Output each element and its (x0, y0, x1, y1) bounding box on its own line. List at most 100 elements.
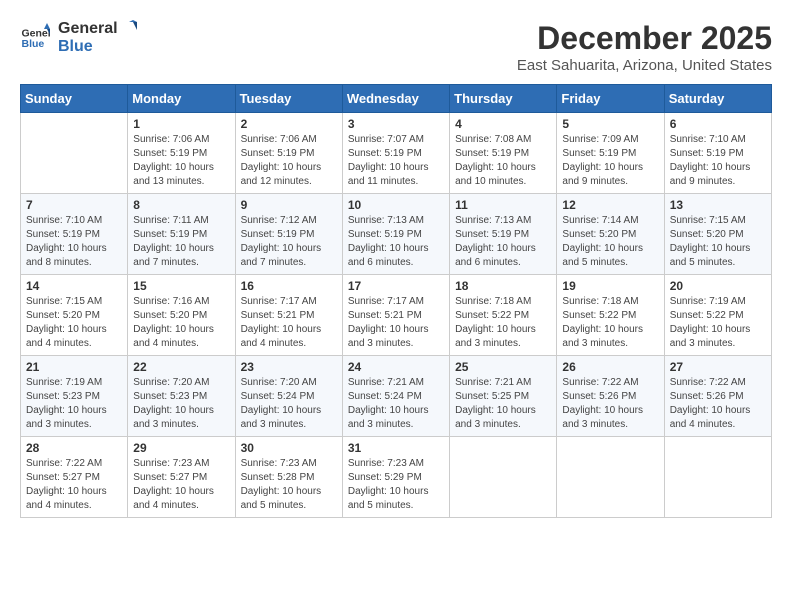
day-info: Sunrise: 7:10 AMSunset: 5:19 PMDaylight:… (26, 214, 122, 270)
day-number: 16 (241, 279, 337, 293)
weekday-header-wednesday: Wednesday (342, 85, 449, 113)
day-cell: 16 Sunrise: 7:17 AMSunset: 5:21 PMDayligh… (235, 275, 342, 356)
day-number: 10 (348, 198, 444, 212)
day-cell (557, 437, 664, 518)
title-section: December 2025 East Sahuarita, Arizona, U… (517, 20, 772, 74)
day-number: 21 (26, 360, 122, 374)
weekday-header-sunday: Sunday (21, 85, 128, 113)
day-cell: 9 Sunrise: 7:12 AMSunset: 5:19 PMDaylight… (235, 194, 342, 275)
day-info: Sunrise: 7:14 AMSunset: 5:20 PMDaylight:… (562, 214, 658, 270)
day-number: 31 (348, 441, 444, 455)
day-info: Sunrise: 7:06 AMSunset: 5:19 PMDaylight:… (133, 133, 229, 189)
logo-icon: General Blue (20, 23, 50, 53)
weekday-header-saturday: Saturday (664, 85, 771, 113)
day-cell: 13 Sunrise: 7:15 AMSunset: 5:20 PMDayligh… (664, 194, 771, 275)
week-row-1: 1 Sunrise: 7:06 AMSunset: 5:19 PMDaylight… (21, 113, 772, 194)
day-cell: 20Sunrise: 7:19 AMSunset: 5:22 PMDayligh… (664, 275, 771, 356)
day-number: 28 (26, 441, 122, 455)
day-info: Sunrise: 7:21 AMSunset: 5:24 PMDaylight:… (348, 376, 444, 432)
day-info: Sunrise: 7:12 AMSunset: 5:19 PMDaylight:… (241, 214, 337, 270)
day-cell: 15 Sunrise: 7:16 AMSunset: 5:20 PMDayligh… (128, 275, 235, 356)
day-cell: 19 Sunrise: 7:18 AMSunset: 5:22 PMDayligh… (557, 275, 664, 356)
month-title: December 2025 (517, 20, 772, 57)
day-cell: 31 Sunrise: 7:23 AMSunset: 5:29 PMDayligh… (342, 437, 449, 518)
day-info: Sunrise: 7:10 AMSunset: 5:19 PMDaylight:… (670, 133, 766, 189)
day-cell: 11Sunrise: 7:13 AMSunset: 5:19 PMDayligh… (450, 194, 557, 275)
day-cell: 22Sunrise: 7:20 AMSunset: 5:23 PMDayligh… (128, 356, 235, 437)
week-row-2: 7 Sunrise: 7:10 AMSunset: 5:19 PMDaylight… (21, 194, 772, 275)
day-info: Sunrise: 7:07 AMSunset: 5:19 PMDaylight:… (348, 133, 444, 189)
day-cell (664, 437, 771, 518)
day-number: 24 (348, 360, 444, 374)
day-number: 23 (241, 360, 337, 374)
day-info: Sunrise: 7:09 AMSunset: 5:19 PMDaylight:… (562, 133, 658, 189)
day-number: 7 (26, 198, 122, 212)
day-info: Sunrise: 7:22 AMSunset: 5:27 PMDaylight:… (26, 457, 122, 513)
weekday-header-thursday: Thursday (450, 85, 557, 113)
day-cell: 3 Sunrise: 7:07 AMSunset: 5:19 PMDaylight… (342, 113, 449, 194)
day-number: 12 (562, 198, 658, 212)
day-cell: 10 Sunrise: 7:13 AMSunset: 5:19 PMDayligh… (342, 194, 449, 275)
weekday-header-tuesday: Tuesday (235, 85, 342, 113)
svg-text:Blue: Blue (22, 38, 45, 50)
day-info: Sunrise: 7:17 AMSunset: 5:21 PMDaylight:… (348, 295, 444, 351)
day-cell: 17 Sunrise: 7:17 AMSunset: 5:21 PMDayligh… (342, 275, 449, 356)
day-number: 18 (455, 279, 551, 293)
day-info: Sunrise: 7:17 AMSunset: 5:21 PMDaylight:… (241, 295, 337, 351)
day-number: 5 (562, 117, 658, 131)
day-cell: 5 Sunrise: 7:09 AMSunset: 5:19 PMDaylight… (557, 113, 664, 194)
day-info: Sunrise: 7:16 AMSunset: 5:20 PMDaylight:… (133, 295, 229, 351)
day-info: Sunrise: 7:23 AMSunset: 5:27 PMDaylight:… (133, 457, 229, 513)
page-header: General Blue General Blue December 2025 … (20, 20, 772, 74)
day-info: Sunrise: 7:18 AMSunset: 5:22 PMDaylight:… (455, 295, 551, 351)
day-info: Sunrise: 7:06 AMSunset: 5:19 PMDaylight:… (241, 133, 337, 189)
day-info: Sunrise: 7:15 AMSunset: 5:20 PMDaylight:… (670, 214, 766, 270)
day-number: 20 (670, 279, 766, 293)
day-number: 9 (241, 198, 337, 212)
day-number: 25 (455, 360, 551, 374)
week-row-4: 21 Sunrise: 7:19 AMSunset: 5:23 PMDayligh… (21, 356, 772, 437)
logo: General Blue General Blue (20, 20, 138, 56)
day-info: Sunrise: 7:20 AMSunset: 5:24 PMDaylight:… (241, 376, 337, 432)
day-cell: 6 Sunrise: 7:10 AMSunset: 5:19 PMDaylight… (664, 113, 771, 194)
day-number: 1 (133, 117, 229, 131)
day-info: Sunrise: 7:22 AMSunset: 5:26 PMDaylight:… (670, 376, 766, 432)
day-number: 6 (670, 117, 766, 131)
location-title: East Sahuarita, Arizona, United States (517, 57, 772, 74)
day-number: 3 (348, 117, 444, 131)
day-number: 19 (562, 279, 658, 293)
day-cell: 25 Sunrise: 7:21 AMSunset: 5:25 PMDayligh… (450, 356, 557, 437)
day-number: 17 (348, 279, 444, 293)
day-number: 4 (455, 117, 551, 131)
weekday-header-row: SundayMondayTuesdayWednesdayThursdayFrid… (21, 85, 772, 113)
day-info: Sunrise: 7:22 AMSunset: 5:26 PMDaylight:… (562, 376, 658, 432)
day-number: 8 (133, 198, 229, 212)
day-info: Sunrise: 7:21 AMSunset: 5:25 PMDaylight:… (455, 376, 551, 432)
day-number: 22 (133, 360, 229, 374)
day-cell: 1 Sunrise: 7:06 AMSunset: 5:19 PMDaylight… (128, 113, 235, 194)
weekday-header-monday: Monday (128, 85, 235, 113)
week-row-3: 14 Sunrise: 7:15 AMSunset: 5:20 PMDayligh… (21, 275, 772, 356)
day-info: Sunrise: 7:13 AMSunset: 5:19 PMDaylight:… (348, 214, 444, 270)
day-cell: 12 Sunrise: 7:14 AMSunset: 5:20 PMDayligh… (557, 194, 664, 275)
day-cell: 26Sunrise: 7:22 AMSunset: 5:26 PMDayligh… (557, 356, 664, 437)
day-info: Sunrise: 7:18 AMSunset: 5:22 PMDaylight:… (562, 295, 658, 351)
day-cell: 29 Sunrise: 7:23 AMSunset: 5:27 PMDayligh… (128, 437, 235, 518)
day-number: 14 (26, 279, 122, 293)
day-number: 15 (133, 279, 229, 293)
day-cell: 28 Sunrise: 7:22 AMSunset: 5:27 PMDayligh… (21, 437, 128, 518)
day-info: Sunrise: 7:19 AMSunset: 5:23 PMDaylight:… (26, 376, 122, 432)
day-info: Sunrise: 7:08 AMSunset: 5:19 PMDaylight:… (455, 133, 551, 189)
calendar-table: SundayMondayTuesdayWednesdayThursdayFrid… (20, 84, 772, 518)
logo-blue: Blue (58, 38, 138, 56)
logo-text: General (58, 20, 138, 38)
day-number: 29 (133, 441, 229, 455)
day-info: Sunrise: 7:23 AMSunset: 5:29 PMDaylight:… (348, 457, 444, 513)
day-cell: 24 Sunrise: 7:21 AMSunset: 5:24 PMDayligh… (342, 356, 449, 437)
day-info: Sunrise: 7:15 AMSunset: 5:20 PMDaylight:… (26, 295, 122, 351)
day-cell: 21 Sunrise: 7:19 AMSunset: 5:23 PMDayligh… (21, 356, 128, 437)
day-cell: 14 Sunrise: 7:15 AMSunset: 5:20 PMDayligh… (21, 275, 128, 356)
day-number: 13 (670, 198, 766, 212)
day-info: Sunrise: 7:13 AMSunset: 5:19 PMDaylight:… (455, 214, 551, 270)
day-number: 2 (241, 117, 337, 131)
